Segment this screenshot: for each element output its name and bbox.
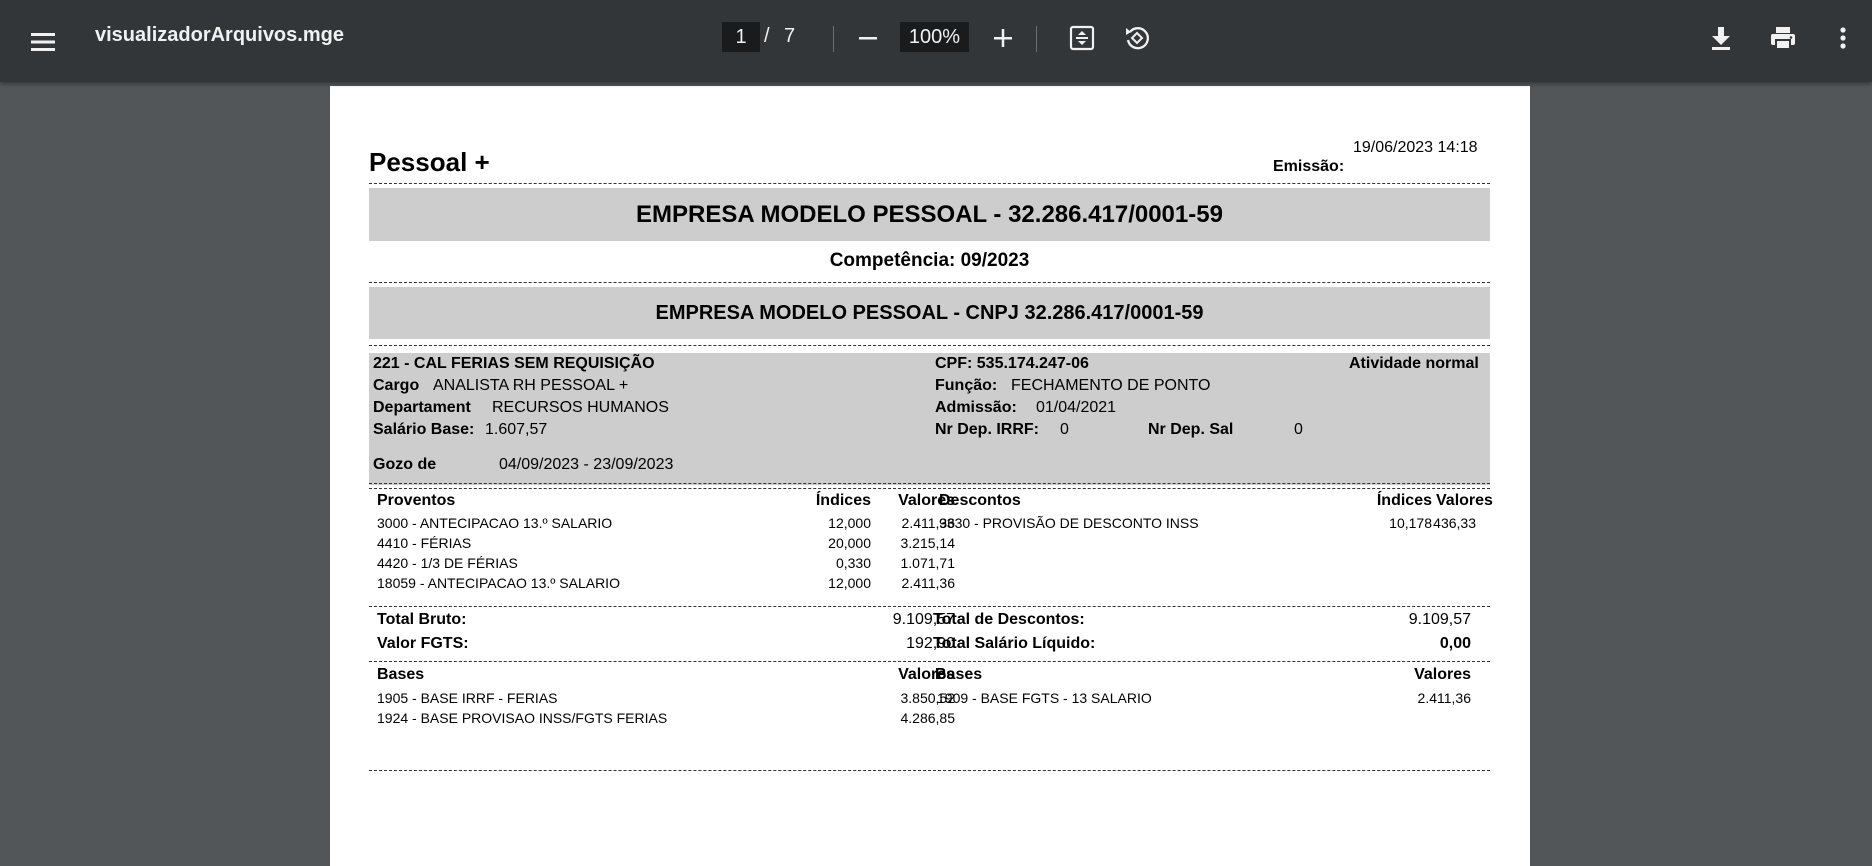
toolbar-divider [833, 26, 834, 52]
desconto-valor: 436,33 [1433, 515, 1476, 531]
descontos-header: Descontos [939, 492, 1021, 509]
provento-desc: 3000 - ANTECIPACAO 13.º SALARIO [377, 515, 613, 531]
base-valor: 2.411,36 [1417, 690, 1471, 706]
proventos-header: Proventos [377, 492, 456, 509]
plus-icon [994, 29, 1012, 47]
desconto-desc: 9330 - PROVISÃO DE DESCONTO INSS [939, 515, 1199, 531]
descontos-indices-header: Índices [1376, 492, 1432, 509]
salario-base-value: 1.607,57 [485, 421, 548, 438]
descontos-valores-header: Valores [1436, 492, 1493, 509]
provento-indice: 20,000 [828, 535, 871, 551]
bases-right-header: Bases [935, 666, 983, 683]
base-valor: 4.286,85 [900, 710, 956, 726]
dep-sal-label: Nr Dep. Sal [1148, 421, 1234, 438]
viewer-toolbar: visualizadorArquivos.mge 1 / 7 100% [0, 0, 1872, 82]
gozo-label: Gozo de [373, 456, 437, 473]
total-liquido-label: Total Salário Líquido: [933, 635, 1096, 652]
provento-desc: 18059 - ANTECIPACAO 13.º SALARIO [377, 575, 620, 591]
document-title: visualizadorArquivos.mge [95, 24, 344, 46]
emission-label: Emissão: [1273, 158, 1345, 175]
more-options-button[interactable] [1825, 18, 1861, 58]
provento-valor: 1.071,71 [900, 555, 956, 571]
menu-icon [31, 33, 55, 51]
funcao-label: Função: [935, 377, 998, 394]
divider-line [369, 282, 1490, 283]
salario-base-label: Salário Base: [373, 421, 475, 438]
total-bruto-label: Total Bruto: [377, 611, 467, 628]
department-label: Departament [373, 399, 471, 416]
cpf: CPF: 535.174.247-06 [935, 355, 1089, 372]
toolbar-divider [1036, 26, 1037, 52]
rotate-button[interactable] [1117, 18, 1157, 58]
provento-desc: 4410 - FÉRIAS [377, 535, 472, 551]
document-page: Pessoal + 19/06/2023 14:18 Emissão: EMPR… [330, 86, 1530, 866]
page-separator: / [764, 25, 770, 47]
divider-line [369, 483, 1490, 484]
funcao-value: FECHAMENTO DE PONTO [1011, 377, 1211, 394]
divider-line [369, 488, 1490, 489]
total-descontos-value: 9.109,57 [1408, 611, 1471, 628]
company-banner-text: EMPRESA MODELO PESSOAL - 32.286.417/0001… [636, 201, 1223, 228]
more-vert-icon [1840, 27, 1846, 49]
divider-line [369, 661, 1490, 662]
cargo-value: ANALISTA RH PESSOAL + [433, 377, 629, 394]
provento-indice: 0,330 [835, 555, 871, 571]
company-cnpj-banner: EMPRESA MODELO PESSOAL - CNPJ 32.286.417… [369, 287, 1490, 339]
divider-line [369, 606, 1490, 607]
page-total: 7 [784, 25, 796, 47]
zoom-level-input[interactable]: 100% [900, 22, 969, 52]
admissao-value: 01/04/2021 [1036, 399, 1117, 416]
download-button[interactable] [1703, 18, 1739, 58]
download-icon [1712, 27, 1730, 50]
base-desc: 1905 - BASE IRRF - FERIAS [377, 690, 558, 706]
bases-right-valores-header: Valores [1414, 666, 1471, 683]
divider-line [369, 345, 1490, 346]
zoom-out-button[interactable] [850, 18, 886, 58]
zoom-in-button[interactable] [985, 18, 1021, 58]
provento-indice: 12,000 [828, 515, 871, 531]
divider-line [369, 770, 1490, 771]
competencia: Competência: 09/2023 [829, 250, 1030, 271]
provento-desc: 4420 - 1/3 DE FÉRIAS [377, 555, 518, 571]
fit-page-button[interactable] [1062, 18, 1102, 58]
emission-date: 19/06/2023 14:18 [1353, 139, 1478, 156]
employee-id-name: 221 - CAL FERIAS SEM REQUISIÇÃO [373, 355, 655, 372]
dep-irrf-label: Nr Dep. IRRF: [935, 421, 1039, 438]
total-liquido-value: 0,00 [1439, 635, 1471, 652]
print-button[interactable] [1763, 18, 1803, 58]
provento-valor: 2.411,36 [901, 575, 955, 591]
company-banner: EMPRESA MODELO PESSOAL - 32.286.417/0001… [369, 188, 1490, 241]
bases-left-header: Bases [377, 666, 425, 683]
brand-title: Pessoal + [369, 147, 490, 177]
provento-valor: 3.215,14 [900, 535, 956, 551]
menu-button[interactable] [22, 21, 64, 63]
minus-icon [859, 37, 877, 40]
valor-fgts-label: Valor FGTS: [377, 635, 469, 652]
divider-line [369, 183, 1490, 184]
base-desc: 1924 - BASE PROVISAO INSS/FGTS FERIAS [377, 710, 668, 726]
rotate-icon [1126, 27, 1149, 50]
dep-irrf-value: 0 [1060, 421, 1069, 438]
cargo-label: Cargo [373, 377, 420, 394]
print-icon [1771, 27, 1795, 50]
page-number-input[interactable]: 1 [722, 22, 760, 52]
gozo-value: 04/09/2023 - 23/09/2023 [499, 456, 674, 473]
department-value: RECURSOS HUMANOS [492, 399, 669, 416]
proventos-indices-header: Índices [815, 492, 871, 509]
provento-indice: 12,000 [828, 575, 871, 591]
admissao-label: Admissão: [935, 399, 1017, 416]
fit-page-icon [1069, 25, 1095, 51]
dep-sal-value: 0 [1294, 421, 1303, 438]
total-descontos-label: Total de Descontos: [933, 611, 1085, 628]
base-desc: 1909 - BASE FGTS - 13 SALARIO [937, 690, 1152, 706]
company-cnpj-text: EMPRESA MODELO PESSOAL - CNPJ 32.286.417… [655, 302, 1204, 324]
atividade-status: Atividade normal [1349, 355, 1479, 372]
